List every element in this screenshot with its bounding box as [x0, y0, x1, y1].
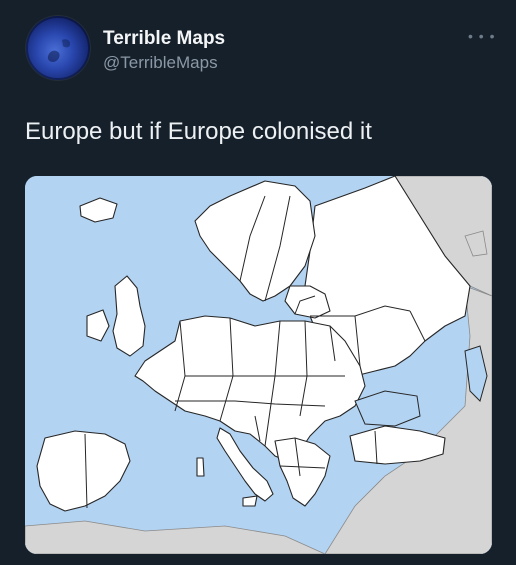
- author-handle[interactable]: @TerribleMaps: [103, 53, 218, 73]
- avatar[interactable]: [26, 16, 90, 80]
- europe-map-illustration: [25, 176, 492, 554]
- globe-icon: [26, 16, 90, 80]
- tweet-image-map[interactable]: [25, 176, 492, 554]
- more-options-icon[interactable]: • • •: [468, 28, 495, 44]
- tweet-text: Europe but if Europe colonised it: [25, 118, 372, 145]
- author-name[interactable]: Terrible Maps: [103, 28, 225, 50]
